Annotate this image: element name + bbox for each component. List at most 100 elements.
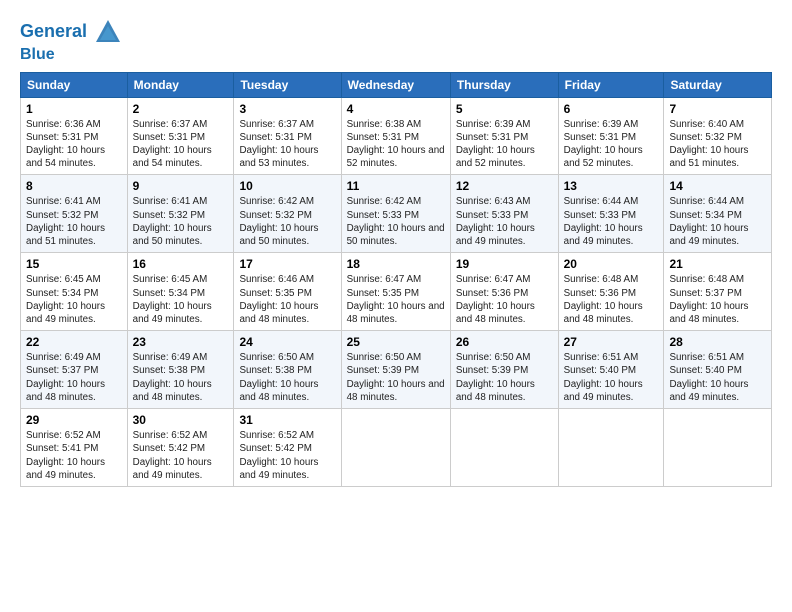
day-cell	[450, 409, 558, 487]
logo-line2: Blue	[20, 46, 122, 64]
day-number: 17	[239, 257, 335, 271]
day-number: 15	[26, 257, 122, 271]
day-number: 14	[669, 179, 766, 193]
day-cell: 3 Sunrise: 6:37 AM Sunset: 5:31 PM Dayli…	[234, 97, 341, 175]
day-cell: 26 Sunrise: 6:50 AM Sunset: 5:39 PM Dayl…	[450, 331, 558, 409]
weekday-header-thursday: Thursday	[450, 72, 558, 97]
day-info: Sunrise: 6:49 AM Sunset: 5:38 PM Dayligh…	[133, 351, 229, 404]
day-cell: 21 Sunrise: 6:48 AM Sunset: 5:37 PM Dayl…	[664, 253, 772, 331]
day-cell: 19 Sunrise: 6:47 AM Sunset: 5:36 PM Dayl…	[450, 253, 558, 331]
weekday-header-tuesday: Tuesday	[234, 72, 341, 97]
day-cell: 27 Sunrise: 6:51 AM Sunset: 5:40 PM Dayl…	[558, 331, 664, 409]
calendar-table: SundayMondayTuesdayWednesdayThursdayFrid…	[20, 72, 772, 487]
day-number: 16	[133, 257, 229, 271]
header: General Blue	[20, 18, 772, 64]
day-cell: 22 Sunrise: 6:49 AM Sunset: 5:37 PM Dayl…	[21, 331, 128, 409]
day-number: 3	[239, 102, 335, 116]
day-number: 24	[239, 335, 335, 349]
weekday-header-friday: Friday	[558, 72, 664, 97]
day-cell	[664, 409, 772, 487]
day-number: 1	[26, 102, 122, 116]
day-info: Sunrise: 6:47 AM Sunset: 5:36 PM Dayligh…	[456, 273, 553, 326]
weekday-header-sunday: Sunday	[21, 72, 128, 97]
week-row-5: 29 Sunrise: 6:52 AM Sunset: 5:41 PM Dayl…	[21, 409, 772, 487]
day-number: 8	[26, 179, 122, 193]
day-number: 19	[456, 257, 553, 271]
day-cell	[558, 409, 664, 487]
weekday-header-row: SundayMondayTuesdayWednesdayThursdayFrid…	[21, 72, 772, 97]
day-info: Sunrise: 6:51 AM Sunset: 5:40 PM Dayligh…	[564, 351, 659, 404]
day-cell: 7 Sunrise: 6:40 AM Sunset: 5:32 PM Dayli…	[664, 97, 772, 175]
day-info: Sunrise: 6:42 AM Sunset: 5:32 PM Dayligh…	[239, 195, 335, 248]
day-cell: 5 Sunrise: 6:39 AM Sunset: 5:31 PM Dayli…	[450, 97, 558, 175]
day-info: Sunrise: 6:46 AM Sunset: 5:35 PM Dayligh…	[239, 273, 335, 326]
day-cell: 25 Sunrise: 6:50 AM Sunset: 5:39 PM Dayl…	[341, 331, 450, 409]
day-info: Sunrise: 6:50 AM Sunset: 5:39 PM Dayligh…	[456, 351, 553, 404]
day-info: Sunrise: 6:52 AM Sunset: 5:42 PM Dayligh…	[133, 429, 229, 482]
day-info: Sunrise: 6:45 AM Sunset: 5:34 PM Dayligh…	[26, 273, 122, 326]
day-number: 23	[133, 335, 229, 349]
day-info: Sunrise: 6:51 AM Sunset: 5:40 PM Dayligh…	[669, 351, 766, 404]
weekday-header-saturday: Saturday	[664, 72, 772, 97]
week-row-4: 22 Sunrise: 6:49 AM Sunset: 5:37 PM Dayl…	[21, 331, 772, 409]
day-cell: 24 Sunrise: 6:50 AM Sunset: 5:38 PM Dayl…	[234, 331, 341, 409]
day-number: 6	[564, 102, 659, 116]
day-number: 25	[347, 335, 445, 349]
day-number: 27	[564, 335, 659, 349]
day-number: 30	[133, 413, 229, 427]
day-number: 2	[133, 102, 229, 116]
calendar-body: 1 Sunrise: 6:36 AM Sunset: 5:31 PM Dayli…	[21, 97, 772, 486]
day-cell: 31 Sunrise: 6:52 AM Sunset: 5:42 PM Dayl…	[234, 409, 341, 487]
day-info: Sunrise: 6:37 AM Sunset: 5:31 PM Dayligh…	[239, 118, 335, 171]
day-cell: 13 Sunrise: 6:44 AM Sunset: 5:33 PM Dayl…	[558, 175, 664, 253]
day-info: Sunrise: 6:40 AM Sunset: 5:32 PM Dayligh…	[669, 118, 766, 171]
logo-text: General	[20, 18, 122, 46]
day-info: Sunrise: 6:48 AM Sunset: 5:37 PM Dayligh…	[669, 273, 766, 326]
day-info: Sunrise: 6:43 AM Sunset: 5:33 PM Dayligh…	[456, 195, 553, 248]
day-info: Sunrise: 6:36 AM Sunset: 5:31 PM Dayligh…	[26, 118, 122, 171]
day-cell: 2 Sunrise: 6:37 AM Sunset: 5:31 PM Dayli…	[127, 97, 234, 175]
day-info: Sunrise: 6:52 AM Sunset: 5:42 PM Dayligh…	[239, 429, 335, 482]
day-info: Sunrise: 6:45 AM Sunset: 5:34 PM Dayligh…	[133, 273, 229, 326]
day-number: 11	[347, 179, 445, 193]
day-info: Sunrise: 6:42 AM Sunset: 5:33 PM Dayligh…	[347, 195, 445, 248]
weekday-header-wednesday: Wednesday	[341, 72, 450, 97]
day-info: Sunrise: 6:44 AM Sunset: 5:33 PM Dayligh…	[564, 195, 659, 248]
day-cell: 17 Sunrise: 6:46 AM Sunset: 5:35 PM Dayl…	[234, 253, 341, 331]
day-cell: 18 Sunrise: 6:47 AM Sunset: 5:35 PM Dayl…	[341, 253, 450, 331]
day-info: Sunrise: 6:48 AM Sunset: 5:36 PM Dayligh…	[564, 273, 659, 326]
day-cell: 8 Sunrise: 6:41 AM Sunset: 5:32 PM Dayli…	[21, 175, 128, 253]
day-number: 10	[239, 179, 335, 193]
day-number: 29	[26, 413, 122, 427]
day-info: Sunrise: 6:47 AM Sunset: 5:35 PM Dayligh…	[347, 273, 445, 326]
day-cell: 4 Sunrise: 6:38 AM Sunset: 5:31 PM Dayli…	[341, 97, 450, 175]
day-info: Sunrise: 6:41 AM Sunset: 5:32 PM Dayligh…	[133, 195, 229, 248]
day-cell: 10 Sunrise: 6:42 AM Sunset: 5:32 PM Dayl…	[234, 175, 341, 253]
day-number: 4	[347, 102, 445, 116]
day-cell: 11 Sunrise: 6:42 AM Sunset: 5:33 PM Dayl…	[341, 175, 450, 253]
day-number: 22	[26, 335, 122, 349]
week-row-2: 8 Sunrise: 6:41 AM Sunset: 5:32 PM Dayli…	[21, 175, 772, 253]
day-cell: 6 Sunrise: 6:39 AM Sunset: 5:31 PM Dayli…	[558, 97, 664, 175]
day-cell: 16 Sunrise: 6:45 AM Sunset: 5:34 PM Dayl…	[127, 253, 234, 331]
day-number: 7	[669, 102, 766, 116]
day-number: 9	[133, 179, 229, 193]
day-number: 12	[456, 179, 553, 193]
day-number: 18	[347, 257, 445, 271]
day-cell: 9 Sunrise: 6:41 AM Sunset: 5:32 PM Dayli…	[127, 175, 234, 253]
day-number: 13	[564, 179, 659, 193]
day-number: 5	[456, 102, 553, 116]
week-row-3: 15 Sunrise: 6:45 AM Sunset: 5:34 PM Dayl…	[21, 253, 772, 331]
week-row-1: 1 Sunrise: 6:36 AM Sunset: 5:31 PM Dayli…	[21, 97, 772, 175]
day-number: 28	[669, 335, 766, 349]
day-cell: 12 Sunrise: 6:43 AM Sunset: 5:33 PM Dayl…	[450, 175, 558, 253]
day-cell: 23 Sunrise: 6:49 AM Sunset: 5:38 PM Dayl…	[127, 331, 234, 409]
page: General Blue SundayMondayTuesdayWednesda…	[0, 0, 792, 497]
logo: General Blue	[20, 18, 122, 64]
day-info: Sunrise: 6:50 AM Sunset: 5:38 PM Dayligh…	[239, 351, 335, 404]
day-cell: 28 Sunrise: 6:51 AM Sunset: 5:40 PM Dayl…	[664, 331, 772, 409]
day-cell: 1 Sunrise: 6:36 AM Sunset: 5:31 PM Dayli…	[21, 97, 128, 175]
weekday-header-monday: Monday	[127, 72, 234, 97]
day-info: Sunrise: 6:37 AM Sunset: 5:31 PM Dayligh…	[133, 118, 229, 171]
day-info: Sunrise: 6:52 AM Sunset: 5:41 PM Dayligh…	[26, 429, 122, 482]
